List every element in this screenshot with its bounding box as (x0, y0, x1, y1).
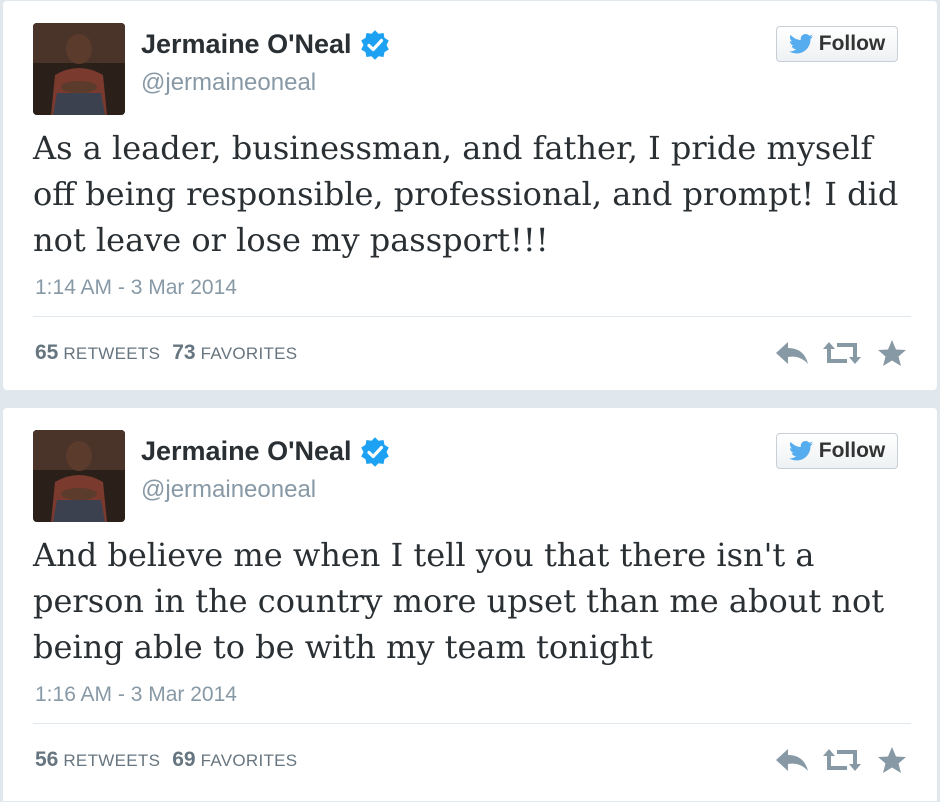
user-name[interactable]: Jermaine O'Neal (141, 29, 390, 60)
favorite-count[interactable]: 69 (172, 748, 195, 772)
verified-badge-icon (360, 436, 390, 467)
tweet-stats: 65 RETWEETS 73 FAVORITES (35, 341, 309, 365)
twitter-bird-icon (788, 441, 813, 461)
tweet-text: And believe me when I tell you that ther… (33, 536, 885, 666)
tweet-stats: 56 RETWEETS 69 FAVORITES (35, 748, 309, 772)
verified-badge-icon (360, 29, 390, 60)
avatar[interactable] (33, 430, 125, 522)
reply-icon[interactable] (773, 337, 811, 369)
divider (33, 316, 911, 317)
favorite-count[interactable]: 73 (172, 341, 195, 365)
follow-button[interactable]: Follow (776, 26, 898, 62)
avatar[interactable] (33, 23, 125, 115)
retweet-icon[interactable] (823, 337, 861, 369)
tweet-card: Jermaine O'Neal @jermaineoneal Follow An… (2, 407, 938, 802)
reply-icon[interactable] (773, 744, 811, 776)
favorite-count-label[interactable]: FAVORITES (201, 344, 298, 364)
retweet-count[interactable]: 56 (35, 748, 58, 772)
favorite-star-icon[interactable] (873, 744, 911, 776)
tweet-text: As a leader, businessman, and father, I … (33, 129, 899, 259)
tweet-card: Jermaine O'Neal @jermaineoneal Follow As… (2, 0, 938, 391)
favorite-star-icon[interactable] (873, 337, 911, 369)
follow-label: Follow (818, 32, 886, 55)
user-name[interactable]: Jermaine O'Neal (141, 436, 390, 467)
retweet-count[interactable]: 65 (35, 341, 58, 365)
twitter-bird-icon (788, 34, 813, 54)
retweet-count-label[interactable]: RETWEETS (63, 751, 160, 771)
tweet-actions (761, 337, 911, 369)
user-handle[interactable]: @jermaineoneal (141, 476, 316, 504)
retweet-count-label[interactable]: RETWEETS (63, 344, 160, 364)
display-name[interactable]: Jermaine O'Neal (141, 29, 352, 60)
display-name[interactable]: Jermaine O'Neal (141, 436, 352, 467)
user-handle[interactable]: @jermaineoneal (141, 69, 316, 97)
follow-button[interactable]: Follow (776, 433, 898, 469)
retweet-icon[interactable] (823, 744, 861, 776)
tweet-actions (761, 744, 911, 776)
follow-label: Follow (818, 439, 886, 462)
divider (33, 723, 911, 724)
favorite-count-label[interactable]: FAVORITES (201, 751, 298, 771)
tweet-timestamp[interactable]: 1:16 AM - 3 Mar 2014 (35, 683, 237, 707)
tweet-timestamp[interactable]: 1:14 AM - 3 Mar 2014 (35, 276, 237, 300)
